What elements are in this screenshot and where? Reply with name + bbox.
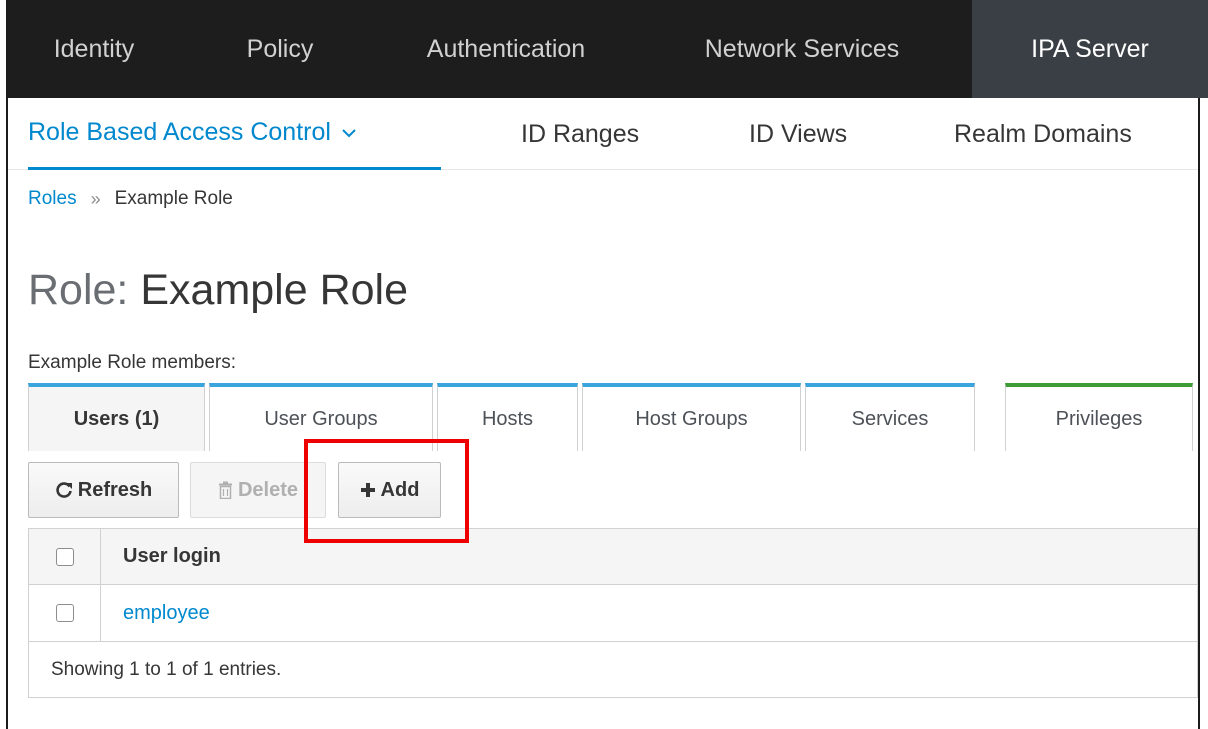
window-right-edge [1198,98,1200,729]
refresh-icon [55,481,73,499]
breadcrumb-separator: » [90,188,101,209]
member-tabs: Users (1) User Groups Hosts Host Groups … [28,383,1198,451]
tab-hosts-label: Hosts [481,407,534,430]
topnav-network-services-label: Network Services [704,34,900,63]
row-checkbox-cell [29,585,101,641]
select-all-checkbox[interactable] [55,547,74,566]
subnav-id-ranges[interactable]: ID Ranges [521,98,639,170]
user-login-cell: employee [101,585,210,641]
tab-services[interactable]: Services [805,383,975,451]
secondary-navigation: Role Based Access Control ID Ranges ID V… [8,98,1198,170]
subnav-id-views-label: ID Views [749,119,848,148]
add-button[interactable]: Add [338,462,441,518]
topnav-ipa-server-label: IPA Server [1031,34,1149,63]
tab-users[interactable]: Users (1) [28,383,205,451]
tab-user-groups-label: User Groups [264,407,378,430]
topnav-identity-label: Identity [53,34,135,63]
members-table: User login employee Showing 1 to 1 of 1 … [28,528,1198,698]
subnav-id-views[interactable]: ID Views [749,98,847,170]
column-header-user-login[interactable]: User login [101,529,221,584]
subnav-rbac-label: Role Based Access Control [28,118,331,146]
refresh-button[interactable]: Refresh [28,462,179,518]
breadcrumb-roles-link[interactable]: Roles [28,188,77,210]
tab-user-groups[interactable]: User Groups [209,383,433,451]
table-row: employee [28,585,1198,642]
page-title-name: Example Role [140,266,409,314]
plus-icon [360,482,376,498]
header-checkbox-cell [29,529,101,584]
tab-host-groups-label: Host Groups [635,407,748,430]
subnav-realm-domains-label: Realm Domains [954,119,1132,148]
top-navigation: Identity Policy Authentication Network S… [8,0,1208,98]
page-title-prefix: Role: [28,266,141,314]
add-button-label: Add [380,478,420,501]
chevron-down-icon [342,128,356,137]
tab-privileges[interactable]: Privileges [1005,383,1193,451]
breadcrumb-current: Example Role [114,188,233,209]
tab-privileges-label: Privileges [1055,407,1143,430]
tab-services-label: Services [851,407,929,430]
topnav-authentication[interactable]: Authentication [380,0,632,98]
page-title: Role: Example Role [28,266,408,315]
topnav-policy-label: Policy [246,34,314,63]
topnav-authentication-label: Authentication [426,34,586,63]
table-footer-summary: Showing 1 to 1 of 1 entries. [28,642,1198,698]
topnav-identity[interactable]: Identity [8,0,180,98]
tab-hosts[interactable]: Hosts [437,383,578,451]
table-header-row: User login [28,528,1198,585]
tab-users-label: Users (1) [73,407,160,430]
topnav-ipa-server[interactable]: IPA Server [972,0,1208,98]
refresh-button-label: Refresh [77,478,153,501]
members-label: Example Role members: [28,352,237,373]
delete-button-label: Delete [237,478,299,501]
tab-host-groups[interactable]: Host Groups [582,383,801,451]
subnav-id-ranges-label: ID Ranges [521,119,640,148]
delete-button[interactable]: Delete [190,462,326,518]
user-login-link[interactable]: employee [123,602,210,625]
topnav-network-services[interactable]: Network Services [632,0,972,98]
breadcrumb: Roles » Example Role [28,188,233,210]
subnav-role-based-access-control[interactable]: Role Based Access Control [28,98,441,170]
window-left-edge [0,0,8,729]
subnav-realm-domains[interactable]: Realm Domains [954,98,1132,170]
row-checkbox[interactable] [55,604,74,622]
trash-icon [218,481,233,499]
topnav-policy[interactable]: Policy [180,0,380,98]
